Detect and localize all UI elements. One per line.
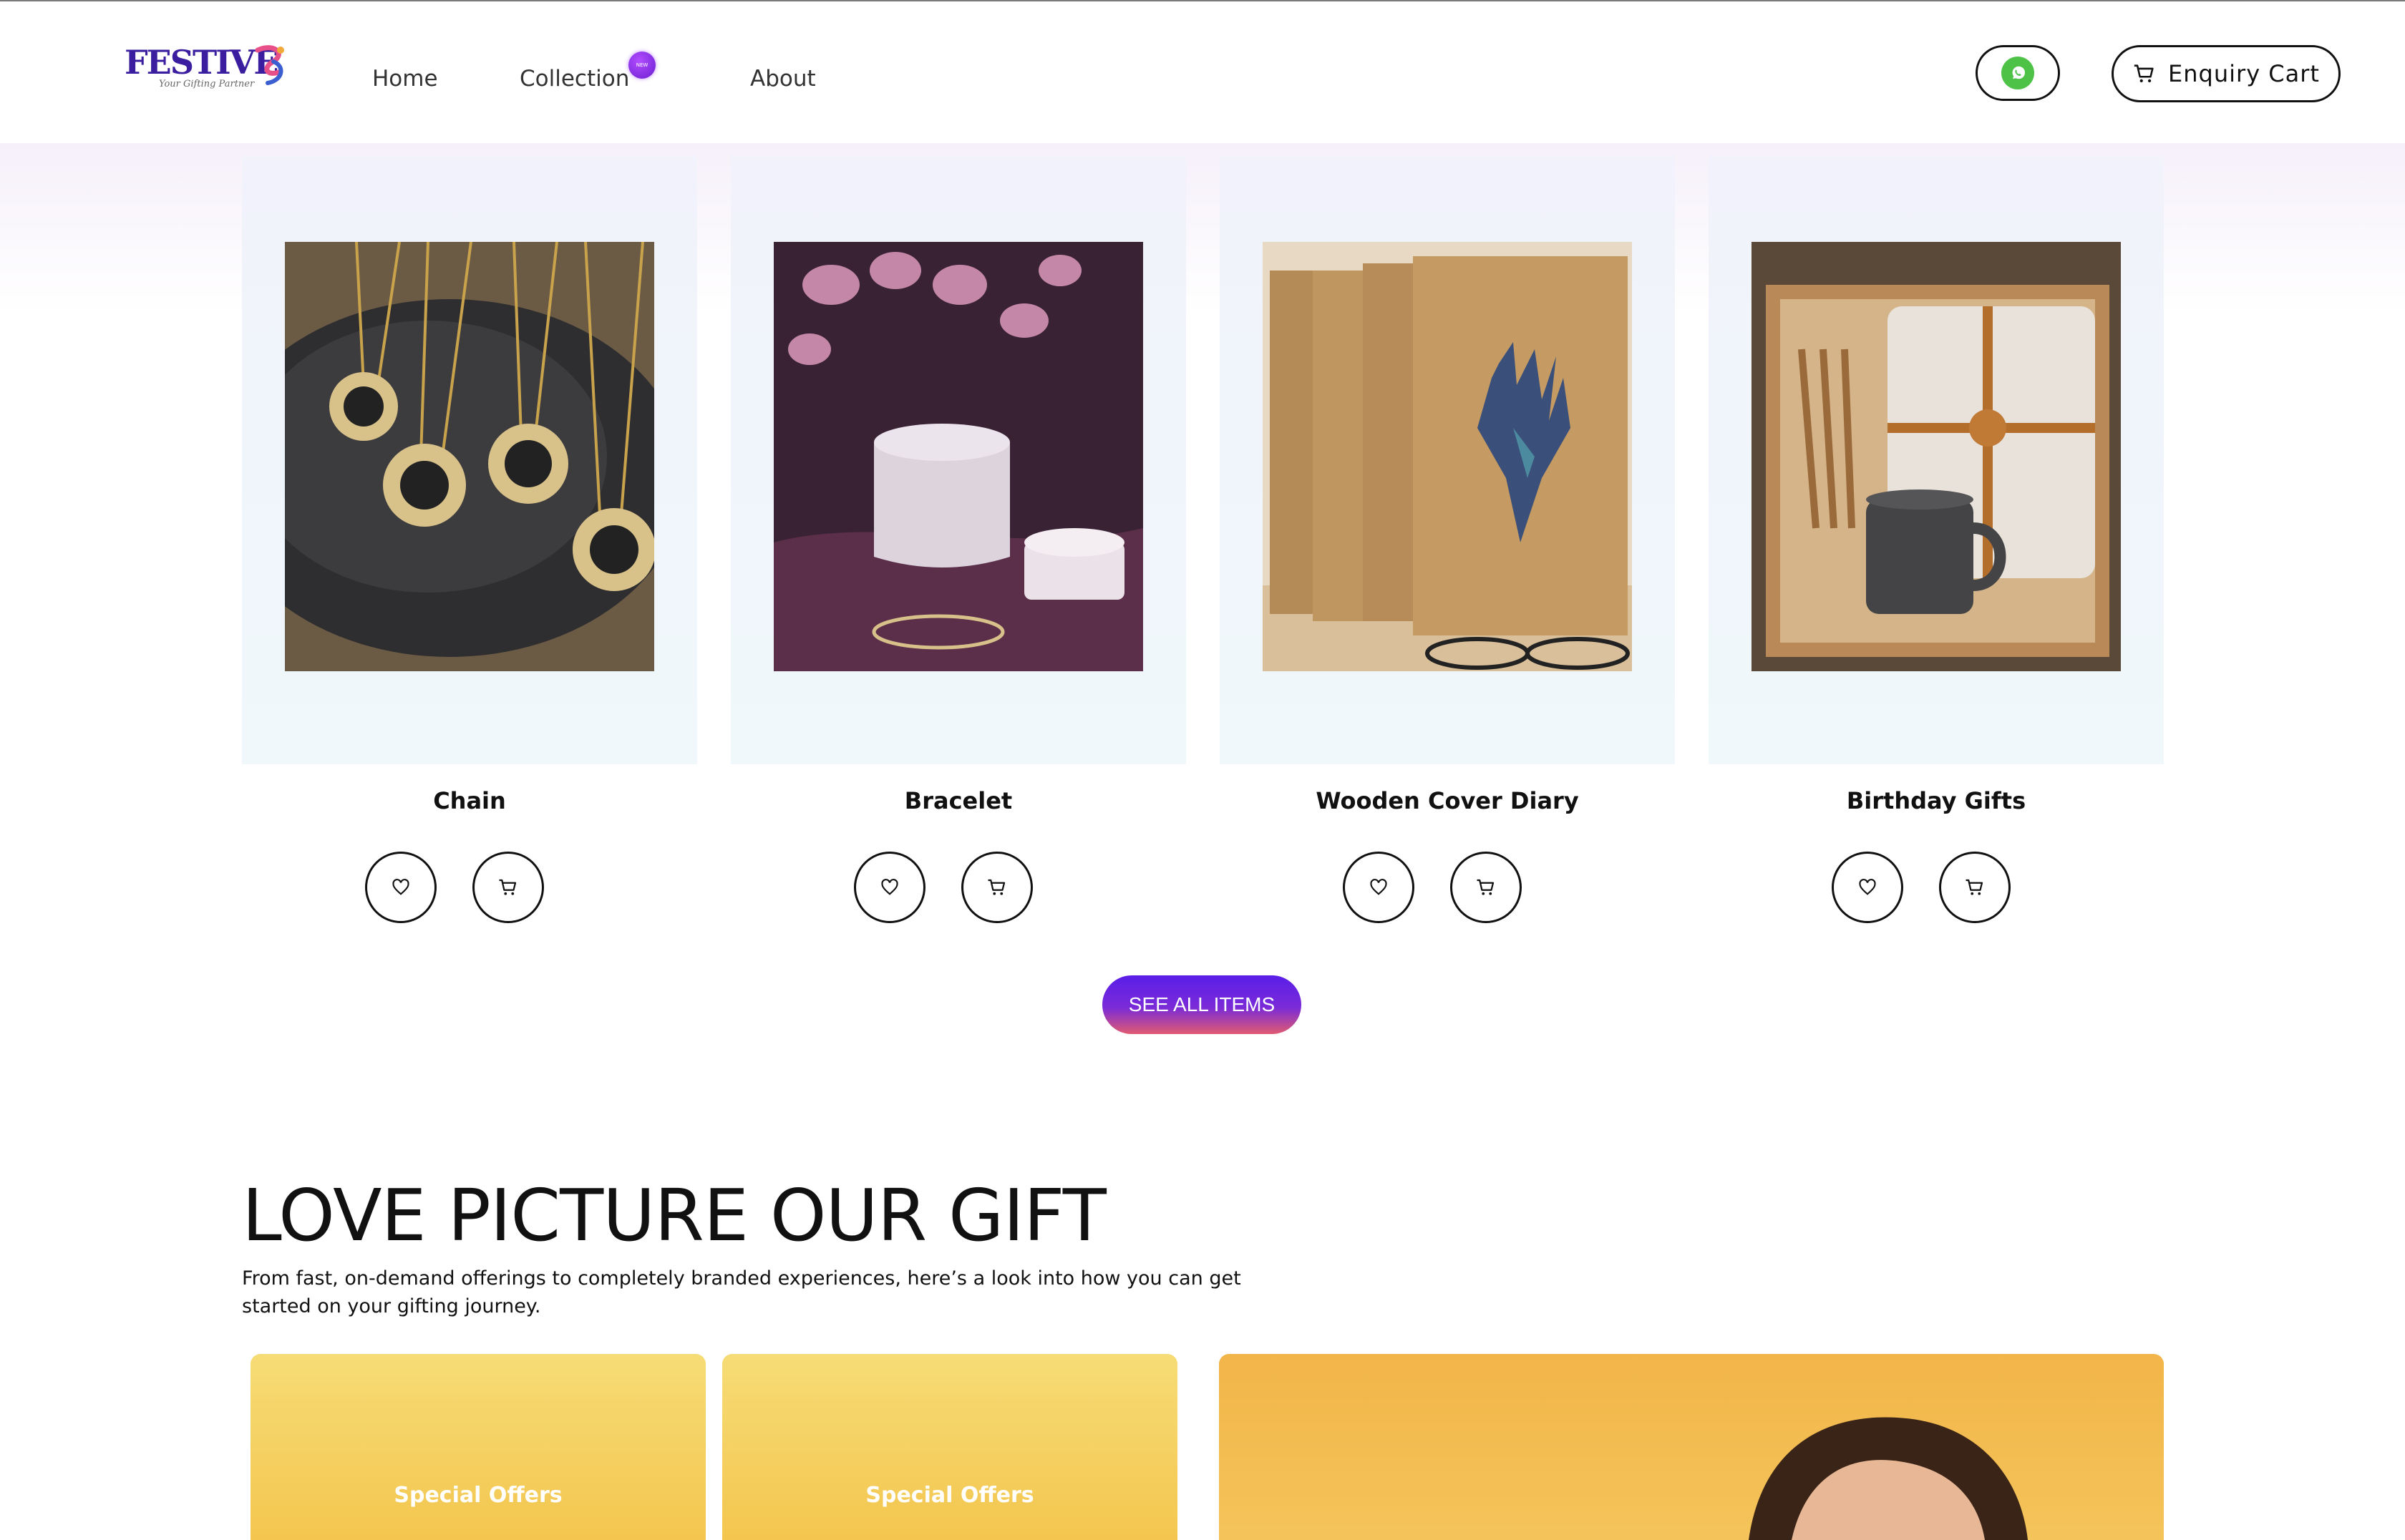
see-all-items-button[interactable]: SEE ALL ITEMS bbox=[1102, 975, 1301, 1034]
heart-icon bbox=[392, 879, 409, 895]
product-card-wooden-cover-diary[interactable] bbox=[1220, 156, 1675, 764]
site-header: FESTIVE Your Gifting Partner Home Collec… bbox=[0, 1, 2405, 143]
product-card-chain[interactable] bbox=[242, 156, 697, 764]
brand-logo-mark-icon bbox=[255, 45, 284, 85]
product-title: Bracelet bbox=[904, 787, 1013, 814]
heart-icon bbox=[881, 879, 898, 895]
enquiry-cart-button[interactable]: Enquiry Cart bbox=[2112, 45, 2341, 102]
wishlist-button[interactable] bbox=[1343, 852, 1414, 923]
product-title: Wooden Cover Diary bbox=[1316, 787, 1579, 814]
wishlist-button[interactable] bbox=[365, 852, 437, 923]
nav-about[interactable]: About bbox=[750, 66, 816, 92]
brand-tagline: Your Gifting Partner bbox=[159, 79, 255, 89]
add-to-cart-button[interactable] bbox=[1939, 852, 2011, 923]
whatsapp-icon bbox=[2001, 57, 2034, 89]
product-card-bracelet[interactable] bbox=[731, 156, 1186, 764]
heart-icon bbox=[1859, 879, 1876, 895]
offer-label: Special Offers bbox=[865, 1483, 1034, 1508]
cart-icon bbox=[988, 879, 1006, 895]
nav-collection[interactable]: Collection bbox=[520, 66, 629, 92]
special-offer-card[interactable]: Special Offers bbox=[251, 1354, 706, 1540]
new-badge: NEW bbox=[628, 52, 656, 79]
product-title: Birthday Gifts bbox=[1846, 787, 2026, 814]
section-title: LOVE PICTURE OUR GIFT bbox=[242, 1174, 1107, 1257]
add-to-cart-button[interactable] bbox=[961, 852, 1033, 923]
section-description: From fast, on-demand offerings to comple… bbox=[242, 1267, 1241, 1317]
product-title: Chain bbox=[433, 787, 506, 814]
featured-banner[interactable] bbox=[1219, 1354, 2164, 1540]
offer-label: Special Offers bbox=[394, 1483, 563, 1508]
enquiry-cart-label: Enquiry Cart bbox=[2168, 60, 2320, 87]
cart-icon bbox=[1477, 879, 1495, 895]
wishlist-button[interactable] bbox=[854, 852, 925, 923]
product-image-birthday-gifts[interactable] bbox=[1751, 242, 2121, 671]
product-image-bracelet[interactable] bbox=[774, 242, 1143, 671]
product-card-birthday-gifts[interactable] bbox=[1709, 156, 2164, 764]
add-to-cart-button[interactable] bbox=[1450, 852, 1522, 923]
product-image-chain[interactable] bbox=[285, 242, 654, 671]
cart-icon bbox=[1966, 879, 1983, 895]
whatsapp-button[interactable] bbox=[1976, 45, 2060, 101]
nav-home[interactable]: Home bbox=[372, 66, 438, 92]
product-image-wooden-cover-diary[interactable] bbox=[1263, 242, 1632, 671]
heart-icon bbox=[1370, 879, 1387, 895]
featured-banner-image bbox=[1749, 1417, 2028, 1540]
special-offer-card[interactable]: Special Offers bbox=[722, 1354, 1177, 1540]
add-to-cart-button[interactable] bbox=[472, 852, 544, 923]
cart-icon bbox=[2134, 64, 2154, 83]
cart-icon bbox=[499, 879, 517, 895]
brand-logo[interactable]: FESTIVE Your Gifting Partner bbox=[125, 43, 289, 100]
wishlist-button[interactable] bbox=[1832, 852, 1903, 923]
